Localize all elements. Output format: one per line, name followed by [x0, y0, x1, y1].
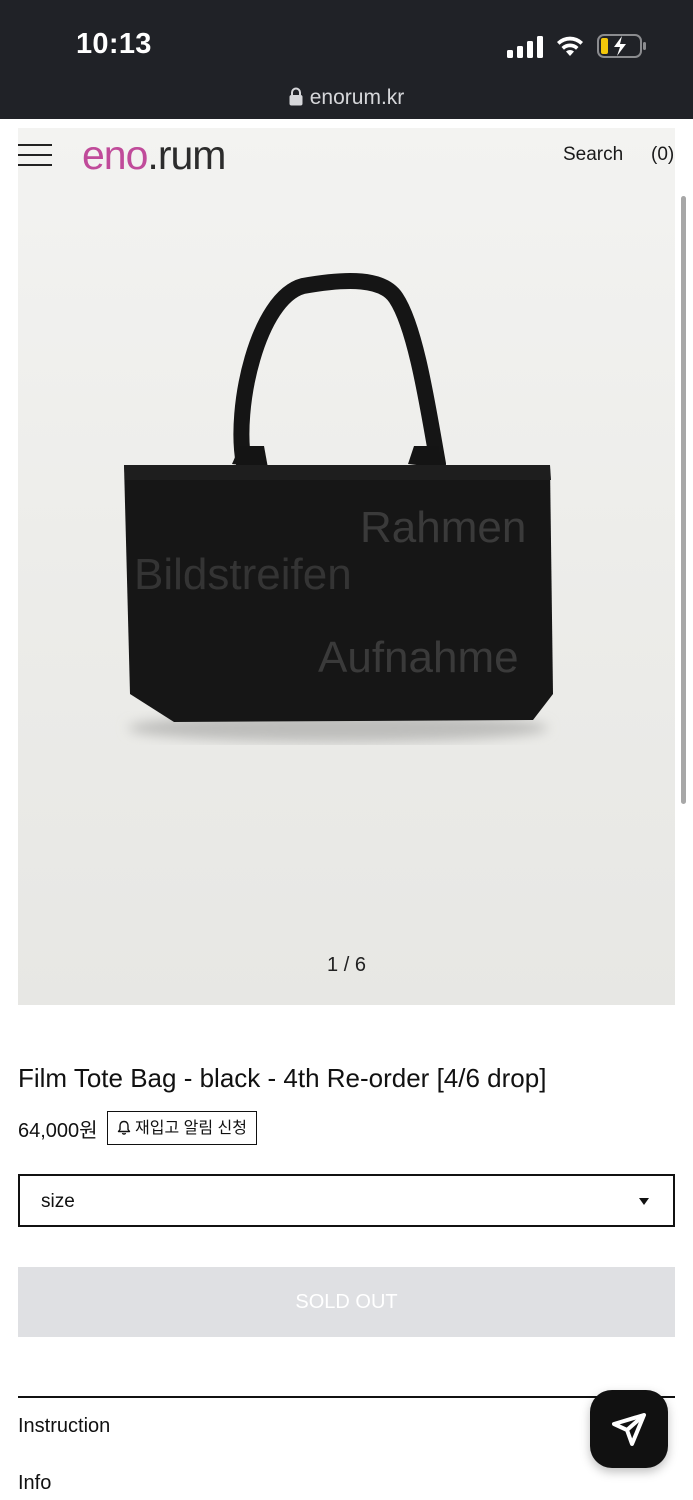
accordion-instruction[interactable]: Instruction	[18, 1415, 110, 1438]
address-bar[interactable]: enorum.kr	[0, 86, 693, 110]
restock-alert-label: 재입고 알림 신청	[135, 1119, 247, 1137]
sold-out-button: SOLD OUT	[18, 1267, 675, 1337]
page-scrollbar[interactable]	[681, 196, 686, 804]
accordion-info[interactable]: Info	[18, 1472, 51, 1495]
chat-button[interactable]	[590, 1390, 668, 1468]
wifi-icon	[557, 36, 583, 56]
bag-print-word: Rahmen	[360, 503, 526, 552]
bag-print-word: Bildstreifen	[134, 550, 352, 599]
site-logo[interactable]: eno.rum	[82, 132, 226, 179]
product-price: 64,000원	[18, 1120, 98, 1142]
product-title: Film Tote Bag - black - 4th Re-order [4/…	[18, 1063, 547, 1093]
tote-bag-photo: Rahmen Bildstreifen Aufnahme	[124, 273, 553, 742]
send-icon	[612, 1413, 646, 1446]
status-time: 10:13	[76, 28, 152, 60]
bell-icon	[117, 1120, 131, 1135]
restock-alert-button[interactable]: 재입고 알림 신청	[107, 1111, 257, 1145]
search-link[interactable]: Search	[563, 144, 623, 166]
menu-icon[interactable]	[18, 144, 52, 168]
size-select[interactable]: size	[18, 1174, 675, 1227]
battery-charging-icon	[597, 34, 646, 58]
chevron-down-icon	[639, 1198, 649, 1205]
cart-link[interactable]: (0)	[651, 144, 674, 166]
image-counter: 1 / 6	[327, 954, 366, 976]
section-divider	[18, 1396, 675, 1398]
cellular-signal-icon	[507, 34, 543, 58]
lock-icon	[289, 87, 303, 106]
product-image-carousel[interactable]: Rahmen Bildstreifen Aufnahme 1 / 6	[18, 128, 675, 1005]
url-text: enorum.kr	[309, 86, 405, 109]
size-select-value: size	[41, 1191, 75, 1212]
bag-print-word: Aufnahme	[318, 633, 519, 682]
site-header: eno.rum Search (0)	[0, 128, 693, 182]
status-bar: 10:13 enorum.kr	[0, 0, 693, 119]
